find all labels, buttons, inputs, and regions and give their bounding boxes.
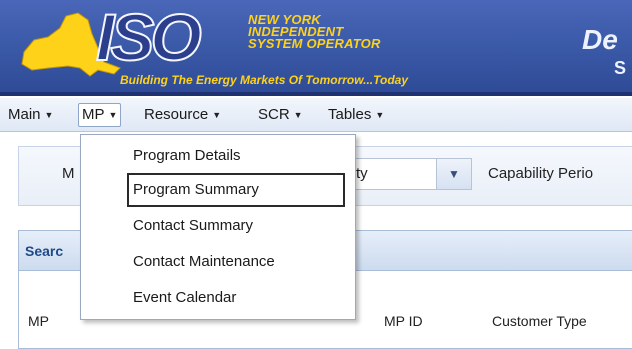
iso-logo-text: ISO xyxy=(95,0,203,74)
select-value: ty xyxy=(356,165,368,182)
menu-main-label: Main xyxy=(8,106,41,123)
banner-subtitle-fragment: S xyxy=(614,58,627,78)
caret-down-icon: ▼ xyxy=(108,110,118,120)
tagline: Building The Energy Markets Of Tomorrow.… xyxy=(120,73,409,87)
menu-tables[interactable]: Tables ▼ xyxy=(326,103,386,127)
filter-label-fragment: M xyxy=(62,165,75,182)
dropdown-item-contact-maintenance[interactable]: Contact Maintenance xyxy=(133,251,275,273)
menu-mp[interactable]: MP ▼ xyxy=(78,103,122,127)
caret-down-icon: ▼ xyxy=(44,110,54,120)
main-menu-bar: Main ▼ MP ▼ Resource ▼ SCR ▼ Tables ▼ xyxy=(0,98,632,132)
caret-down-icon: ▼ xyxy=(293,110,303,120)
banner-title-fragment: De xyxy=(582,24,618,55)
caret-down-icon: ▼ xyxy=(375,110,385,120)
menu-mp-label: MP xyxy=(82,106,105,123)
menu-scr-label: SCR xyxy=(258,106,290,123)
mp-dropdown-menu: Program Details Program Summary Contact … xyxy=(80,134,356,320)
menu-resource[interactable]: Resource ▼ xyxy=(142,103,223,127)
chevron-down-icon[interactable]: ▼ xyxy=(436,158,472,190)
capability-period-label: Capability Perio xyxy=(488,165,594,182)
column-header-mp-id[interactable]: MP ID xyxy=(384,313,423,329)
org-name-line-3: SYSTEM OPERATOR xyxy=(248,36,381,51)
menu-main[interactable]: Main ▼ xyxy=(6,103,55,127)
column-header-customer-type[interactable]: Customer Type xyxy=(492,313,587,329)
header-banner: ISO NEW YORK INDEPENDENT SYSTEM OPERATOR… xyxy=(0,0,632,96)
menu-tables-label: Tables xyxy=(328,106,372,123)
dropdown-item-contact-summary[interactable]: Contact Summary xyxy=(133,215,253,237)
column-header-mp[interactable]: MP xyxy=(28,313,49,329)
dropdown-item-event-calendar[interactable]: Event Calendar xyxy=(133,287,236,309)
dropdown-item-program-summary[interactable]: Program Summary xyxy=(133,179,259,201)
caret-down-icon: ▼ xyxy=(212,110,222,120)
search-panel-title: Searc xyxy=(25,243,64,259)
dropdown-item-program-details[interactable]: Program Details xyxy=(133,145,241,167)
menu-scr[interactable]: SCR ▼ xyxy=(256,103,305,127)
menu-resource-label: Resource xyxy=(144,106,209,123)
